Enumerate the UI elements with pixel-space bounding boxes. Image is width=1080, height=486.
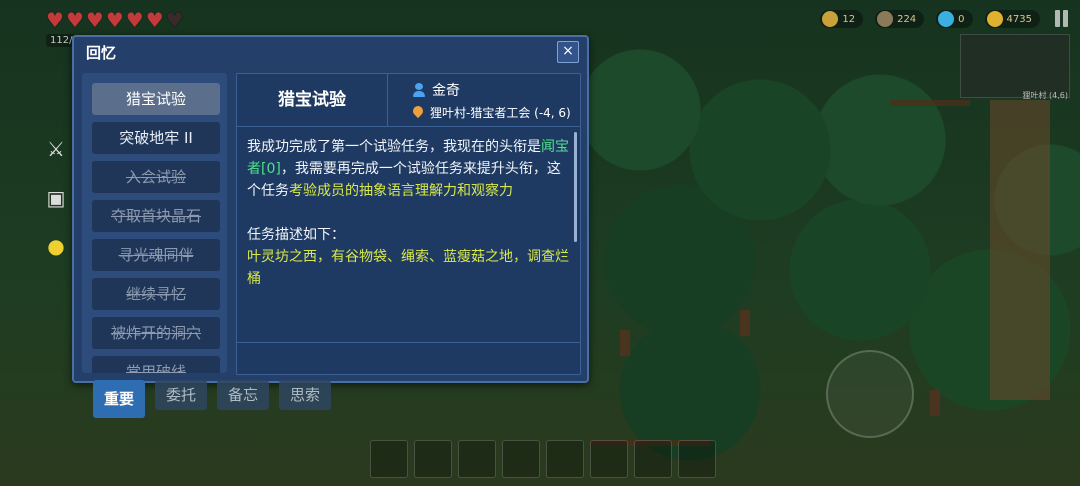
quest-item[interactable]: 入会试验 [92,161,220,193]
quest-item[interactable]: 突破地牢 II [92,122,220,154]
attack-joystick[interactable] [826,350,914,438]
item-hotbar [370,440,716,478]
goal-text: 考验成员的抽象语言理解力和观察力 [289,183,513,199]
hotbar-slot[interactable] [414,440,452,478]
heart-icon: ♥ [65,8,84,32]
tree-trunk [620,330,630,356]
health-hearts: ♥ ♥ ♥ ♥ ♥ ♥ ♥ [46,10,184,30]
resource-ore: 224 [875,10,925,28]
hotbar-slot[interactable] [678,440,716,478]
hotbar-slot[interactable] [370,440,408,478]
scrollbar[interactable] [574,132,577,242]
description-paragraph: 我成功完成了第一个试验任务，我现在的头衔是闻宝者[0]，我需要再完成一个试验任务… [247,139,569,199]
category-tabs: 重要 委托 备忘 思索 [93,380,331,418]
heart-icon: ♥ [85,8,104,32]
quest-list[interactable]: 猎宝试验 突破地牢 II 入会试验 夺取首块晶石 寻光魂同伴 继续寻忆 被炸开的… [82,73,227,373]
resource-coin: 4735 [984,10,1040,28]
resource-bar: 12 224 0 4735 [820,10,1040,28]
heart-icon: ♥ [125,8,144,32]
hotbar-slot[interactable] [546,440,584,478]
heart-icon: ♥ [165,8,184,32]
ore-icon [877,11,894,27]
heart-icon: ♥ [46,8,64,32]
dirt-path [990,100,1050,400]
hotbar-slot[interactable] [634,440,672,478]
tab-important[interactable]: 重要 [93,380,145,418]
resource-star: 12 [820,10,864,28]
detail-header: 猎宝试验 金奇 狸叶村-猎宝者工会 (-4, 6) [237,74,580,127]
resource-gem: 0 [936,10,973,28]
quest-item[interactable]: 夺取首块晶石 [92,200,220,232]
quest-detail: 猎宝试验 金奇 狸叶村-猎宝者工会 (-4, 6) 我成功完成了第一个试验任务，… [236,73,581,375]
lightbulb-icon[interactable]: ● [44,234,68,258]
quest-item[interactable]: 常用破线 [92,356,220,373]
tree-trunk [930,390,940,416]
heart-icon: ♥ [145,8,164,32]
quest-item[interactable]: 猎宝试验 [92,83,220,115]
npc-name: 金奇 [432,83,460,99]
gem-icon [938,11,955,27]
location-line: 狸叶村-猎宝者工会 (-4, 6) [412,104,571,121]
minimap[interactable] [960,34,1070,98]
divider [237,342,580,343]
star-badge-icon [822,11,839,27]
coin-icon [986,11,1003,27]
hotbar-slot[interactable] [590,440,628,478]
heart-icon: ♥ [105,8,124,32]
quest-item[interactable]: 继续寻忆 [92,278,220,310]
dialog-title: 回忆 [86,44,117,62]
task-description: 叶灵坊之西，有谷物袋、绳索、蓝瘦菇之地，调查烂桶 [247,249,569,287]
hotbar-slot[interactable] [502,440,540,478]
minimap-label: 狸叶村 (4,6) [1022,91,1068,100]
fence [890,100,970,106]
pause-button[interactable] [1055,10,1068,27]
memory-dialog: 回忆 × 猎宝试验 突破地牢 II 入会试验 夺取首块晶石 寻光魂同伴 继续寻忆… [72,35,589,383]
close-button[interactable]: × [557,41,579,63]
quest-item[interactable]: 被炸开的洞穴 [92,317,220,349]
tree-trunk [740,310,750,336]
npc-line: 金奇 [412,80,460,100]
location-text: 狸叶村-猎宝者工会 (-4, 6) [430,106,571,120]
task-label: 任务描述如下： [247,227,345,243]
quest-title: 猎宝试验 [237,74,388,126]
tab-thoughts[interactable]: 思索 [279,380,331,410]
hotbar-slot[interactable] [458,440,496,478]
tab-memo[interactable]: 备忘 [217,380,269,410]
quest-description: 我成功完成了第一个试验任务，我现在的头衔是闻宝者[0]，我需要再完成一个试验任务… [247,136,569,290]
location-pin-icon [412,106,424,120]
tab-commission[interactable]: 委托 [155,380,207,410]
chest-icon[interactable]: ▣ [44,186,68,210]
person-icon [412,83,426,97]
quest-item[interactable]: 寻光魂同伴 [92,239,220,271]
sword-shield-icon[interactable]: ⚔ [44,137,68,161]
